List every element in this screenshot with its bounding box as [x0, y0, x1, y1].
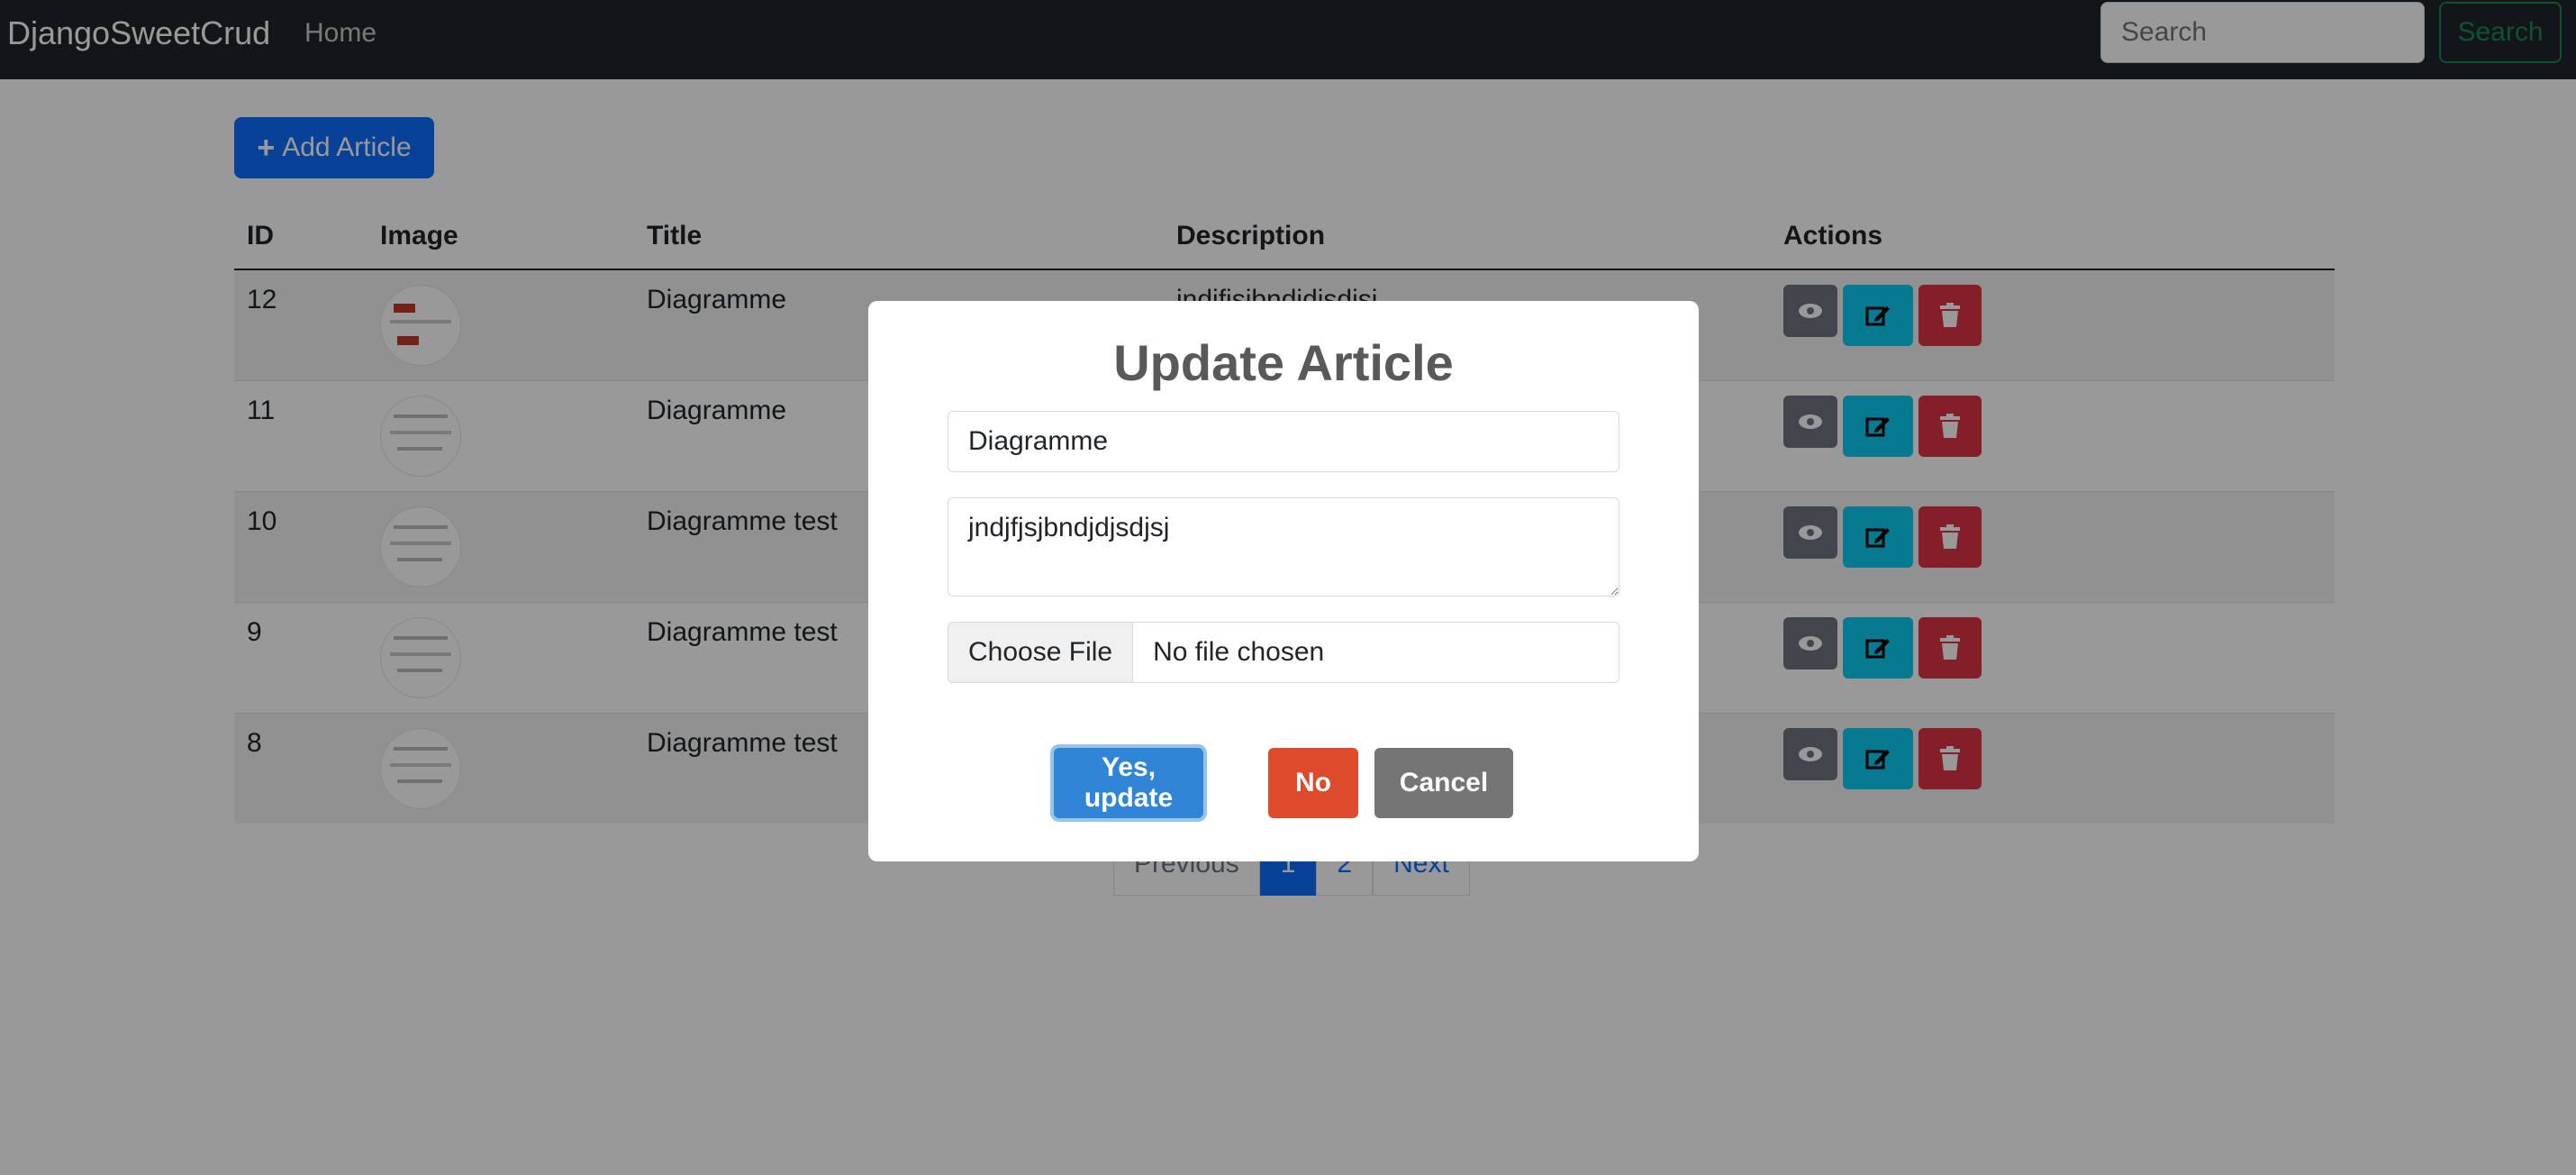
cancel-button[interactable]: Cancel	[1374, 748, 1513, 818]
description-textarea[interactable]: jndjfjsjbndjdjsdjsj	[948, 497, 1619, 597]
title-input[interactable]	[948, 411, 1619, 472]
file-input[interactable]: Choose File No file chosen	[948, 622, 1619, 683]
confirm-update-button[interactable]: Yes, update	[1054, 748, 1203, 818]
modal-title: Update Article	[1113, 334, 1454, 391]
choose-file-button[interactable]: Choose File	[948, 623, 1134, 682]
update-article-modal: Update Article jndjfjsjbndjdjsdjsj Choos…	[868, 301, 1699, 861]
file-status: No file chosen	[1153, 637, 1325, 667]
deny-button[interactable]: No	[1268, 748, 1358, 818]
